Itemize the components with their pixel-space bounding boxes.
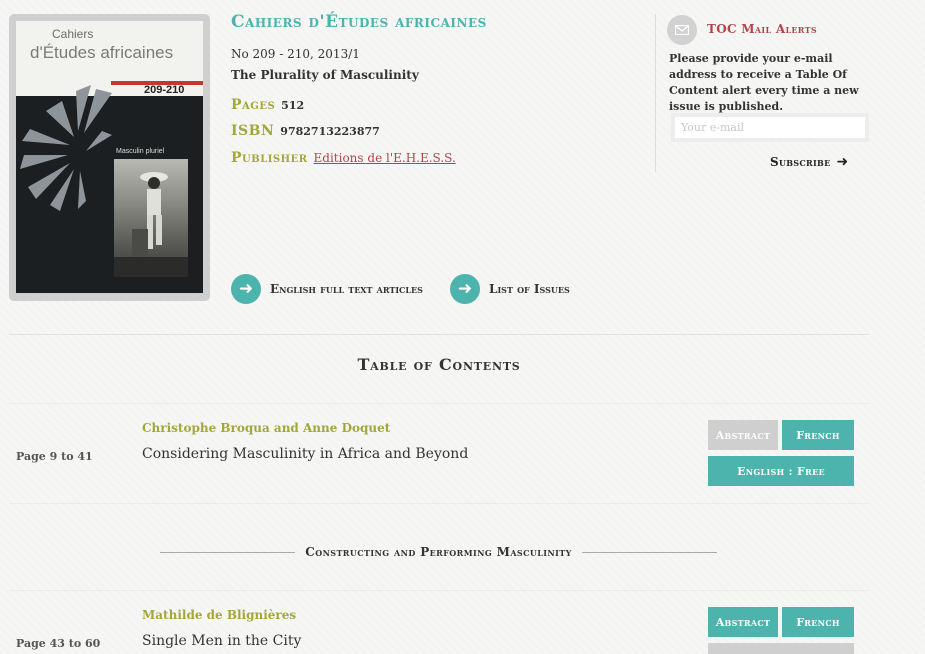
divider	[9, 403, 869, 404]
section-rule-right	[581, 551, 717, 553]
sidebar-divider	[655, 14, 656, 172]
section-heading: Constructing and Performing Masculinity	[160, 545, 717, 559]
cover-frame: Cahiers d'Études africaines 209-210 Masc…	[9, 14, 210, 301]
envelope-icon	[675, 25, 689, 35]
article-page-range: Page 9 to 41	[16, 450, 93, 463]
publisher-link[interactable]: Editions de l'E.H.E.S.S.	[314, 151, 456, 165]
article-title[interactable]: Considering Masculinity in Africa and Be…	[142, 446, 468, 462]
divider	[9, 503, 869, 504]
publisher-label: Publisher	[231, 150, 308, 166]
article-authors[interactable]: Mathilde de Blignières	[142, 608, 296, 622]
divider	[9, 334, 869, 335]
french-button[interactable]: French	[782, 420, 854, 450]
pages-row: Pages 512	[231, 97, 304, 113]
toc-alerts-description: Please provide your e-mail address to re…	[669, 52, 859, 113]
abstract-button: Abstract	[708, 420, 778, 450]
issue-title: The Plurality of Masculinity	[231, 68, 419, 82]
cover-rays-graphic	[20, 85, 112, 211]
cover-title-line1: Cahiers	[52, 27, 94, 41]
divider	[9, 590, 869, 591]
english-full-text-label: English full text articles	[270, 282, 423, 296]
cover-photo	[114, 159, 188, 277]
isbn-value: 9782713223877	[280, 125, 380, 138]
journal-title[interactable]: Cahiers d'Études africaines	[231, 12, 487, 32]
cover-photo-figure	[114, 172, 188, 277]
cover-title-line2: d'Études africaines	[30, 43, 174, 62]
pages-label: Pages	[231, 97, 276, 113]
list-of-issues-link[interactable]: ➜ List of Issues	[450, 274, 570, 304]
mail-icon	[667, 15, 697, 45]
publisher-row: Publisher Editions de l'E.H.E.S.S.	[231, 150, 456, 166]
abstract-button[interactable]: Abstract	[708, 607, 778, 637]
section-title: Constructing and Performing Masculinity	[305, 545, 572, 559]
arrow-right-icon: ➜	[450, 274, 480, 304]
english-button-partial	[708, 643, 854, 654]
cover-subtitle: Masculin pluriel	[116, 148, 165, 155]
cover-issue-number: 209-210	[144, 84, 185, 96]
article-page-range: Page 43 to 60	[16, 637, 101, 650]
arrow-right-icon: ➜	[231, 274, 261, 304]
section-rule-left	[160, 551, 296, 553]
journal-cover-image: Cahiers d'Études africaines 209-210 Masc…	[16, 21, 203, 293]
english-full-text-link[interactable]: ➜ English full text articles	[231, 274, 423, 304]
subscribe-button[interactable]: Subscribe ➜	[770, 154, 849, 170]
isbn-row: ISBN 9782713223877	[231, 123, 380, 139]
email-input[interactable]	[671, 113, 869, 142]
toc-alerts-title: TOC Mail Alerts	[707, 22, 817, 36]
subscribe-label: Subscribe	[770, 155, 831, 169]
list-of-issues-label: List of Issues	[489, 282, 570, 296]
article-authors[interactable]: Christophe Broqua and Anne Doquet	[142, 421, 390, 435]
pages-value: 512	[281, 99, 305, 112]
french-button[interactable]: French	[782, 607, 854, 637]
toc-heading: Table of Contents	[357, 355, 521, 374]
issue-number: No 209 - 210, 2013/1	[231, 47, 360, 61]
isbn-label: ISBN	[231, 123, 275, 139]
article-title[interactable]: Single Men in the City	[142, 633, 301, 649]
arrow-right-icon: ➜	[836, 154, 849, 170]
english-free-button[interactable]: English : Free	[708, 456, 854, 486]
